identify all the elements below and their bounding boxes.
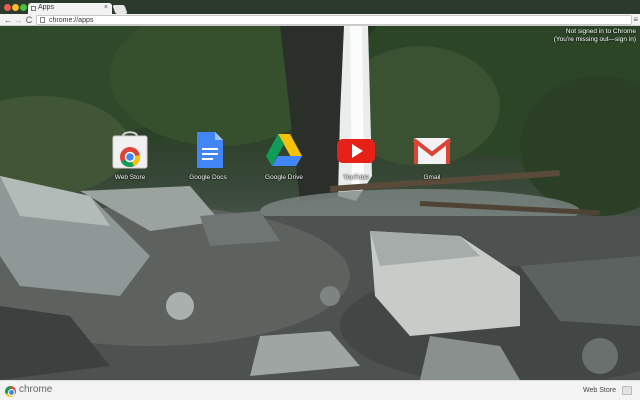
new-tab-button[interactable] — [112, 5, 128, 14]
webstore-link[interactable]: Web Store — [583, 387, 616, 394]
webstore-icon — [112, 131, 148, 169]
address-bar[interactable]: chrome://apps — [36, 15, 632, 25]
bottom-bar: chrome Web Store — [0, 380, 640, 400]
page-icon — [40, 17, 45, 23]
app-label: YouTube — [343, 174, 369, 181]
address-text: chrome://apps — [49, 17, 94, 24]
brand-label: chrome — [19, 384, 53, 395]
tab-title: Apps — [38, 4, 54, 11]
webstore-mini-icon[interactable] — [622, 386, 632, 395]
app-label: Google Drive — [265, 174, 303, 181]
forward-button[interactable]: → — [13, 14, 23, 26]
youtube-icon — [337, 139, 375, 163]
signin-line-2[interactable]: (You're missing out—sign in) — [554, 36, 636, 44]
window-close-button[interactable] — [4, 4, 11, 11]
chrome-logo-icon — [5, 386, 16, 397]
menu-icon[interactable]: ≡ — [633, 14, 638, 26]
drive-icon — [266, 134, 302, 166]
reload-button[interactable]: C — [24, 14, 34, 26]
waterfall-scene — [0, 26, 640, 380]
app-google-drive[interactable]: Google Drive — [252, 130, 312, 186]
app-webstore[interactable]: Web Store — [98, 130, 158, 186]
tab-close-icon[interactable]: × — [104, 4, 108, 11]
window-minimize-button[interactable] — [12, 4, 19, 11]
app-gmail[interactable]: Gmail — [400, 130, 460, 186]
signin-line-1: Not signed in to Chrome — [565, 28, 636, 35]
app-youtube[interactable]: YouTube — [324, 130, 384, 186]
tab-favicon-icon — [31, 6, 36, 11]
app-label: Gmail — [423, 174, 441, 181]
signin-notice[interactable]: Not signed in to Chrome (You're missing … — [554, 28, 636, 44]
background-image — [0, 26, 640, 380]
app-label: Google Docs — [189, 174, 227, 181]
gmail-icon — [412, 138, 452, 164]
toolbar: ← → C chrome://apps ≡ — [0, 14, 640, 26]
tab-apps[interactable]: Apps × — [28, 3, 112, 14]
docs-icon — [197, 132, 223, 168]
window-maximize-button[interactable] — [20, 4, 27, 11]
app-label: Web Store — [114, 174, 146, 181]
back-button[interactable]: ← — [3, 14, 13, 26]
app-google-docs[interactable]: Google Docs — [176, 130, 236, 186]
title-bar: Apps × — [0, 0, 640, 14]
